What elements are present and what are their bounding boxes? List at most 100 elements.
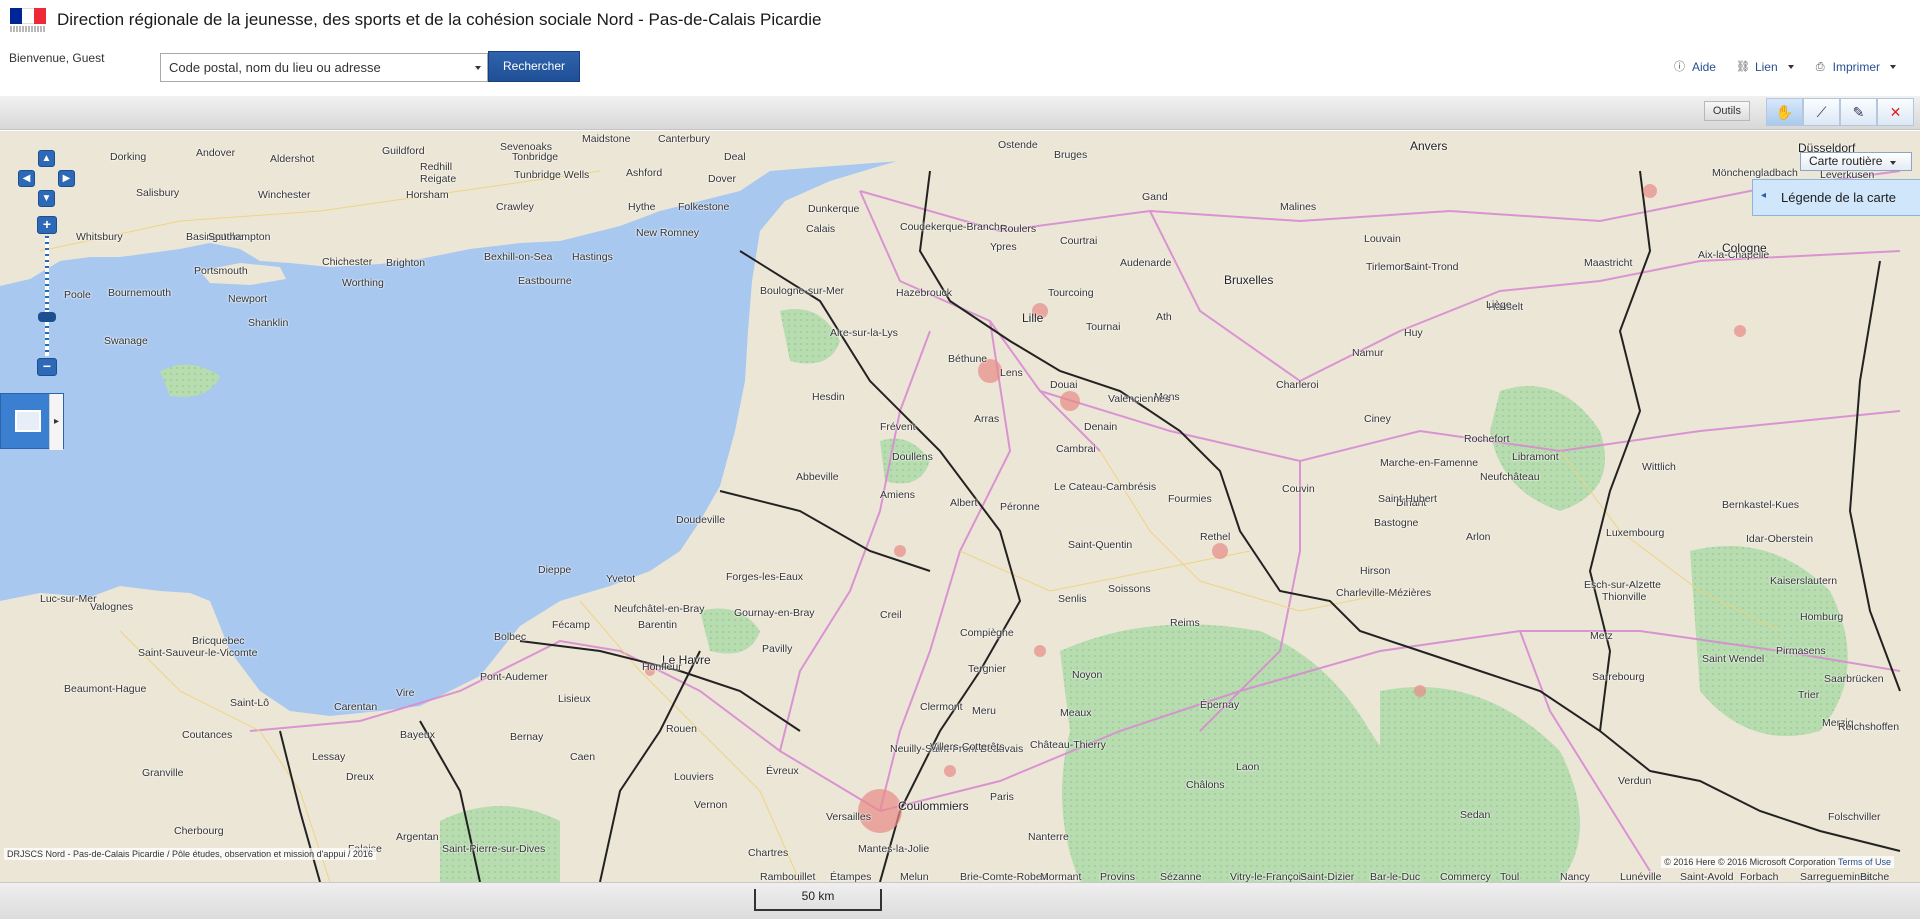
place-label: Douai: [1050, 379, 1078, 391]
edit-icon[interactable]: ✎: [1840, 98, 1877, 126]
zoom-out-icon[interactable]: −: [37, 358, 57, 376]
place-label: Bolbec: [494, 631, 527, 643]
chevron-down-icon[interactable]: [475, 66, 481, 70]
place-label: Sarrebourg: [1592, 671, 1645, 683]
place-label: Canterbury: [658, 133, 710, 145]
place-label: Frévent: [880, 421, 916, 433]
place-label: Worthing: [342, 277, 384, 289]
place-label: Saint-Sauveur-le-Vicomte: [138, 647, 258, 659]
place-label: Lille: [1022, 311, 1044, 325]
place-label: Étampes: [830, 871, 872, 882]
terms-of-use-link[interactable]: Terms of Use: [1838, 857, 1891, 867]
place-label: Tourcoing: [1048, 287, 1094, 299]
pan-down-icon[interactable]: ▼: [38, 190, 55, 207]
place-label: Coutances: [182, 729, 233, 741]
place-label: Coudekerque-Branche: [900, 221, 1006, 233]
place-label: Bexhill-on-Sea: [484, 251, 553, 263]
place-label: Saint Wendel: [1702, 653, 1765, 665]
place-label: Poole: [64, 289, 91, 301]
scale-bar: 50 km: [754, 889, 882, 911]
place-label: Saint-Pierre-sur-Dives: [442, 843, 546, 855]
republique-francaise-logo: [6, 6, 50, 34]
pan-hand-icon[interactable]: ✋: [1766, 98, 1803, 126]
place-label: Saint-Quentin: [1068, 539, 1133, 551]
place-label: Cherbourg: [174, 825, 224, 837]
place-label: Toul: [1500, 871, 1520, 882]
zoom-track[interactable]: [45, 236, 49, 356]
place-label: Newport: [228, 293, 268, 305]
pan-right-icon[interactable]: ▶: [58, 170, 75, 187]
place-label: Creil: [880, 609, 902, 621]
place-label: Sézanne: [1160, 871, 1202, 882]
place-label: Rouen: [666, 723, 697, 735]
zoom-in-icon[interactable]: +: [37, 216, 57, 234]
place-label: Meaux: [1060, 707, 1092, 719]
place-label: Ciney: [1364, 413, 1391, 425]
place-label: Forges-les-Eaux: [726, 571, 804, 583]
place-label: Thionville: [1602, 591, 1647, 603]
place-label: Whitsbury: [76, 231, 123, 243]
place-label: Noyon: [1072, 669, 1103, 681]
place-label: Ashford: [626, 167, 663, 179]
place-label: Gand: [1142, 191, 1168, 203]
logo-caption: [10, 26, 46, 32]
place-label: Dover: [708, 173, 737, 185]
search-input[interactable]: Code postal, nom du lieu ou adresse: [160, 53, 488, 82]
chevron-left-icon: ◂: [1761, 190, 1767, 201]
place-label: Dorking: [110, 151, 147, 163]
map-copyright: © 2016 Here © 2016 Microsoft Corporation…: [1661, 856, 1894, 868]
chevron-right-icon[interactable]: ▸: [49, 394, 63, 450]
measure-icon[interactable]: ⟋: [1803, 98, 1840, 126]
place-label: Bournemouth: [108, 287, 172, 299]
place-label: Granville: [142, 767, 184, 779]
place-label: Commercy: [1440, 871, 1491, 882]
page-title: Direction régionale de la jeunesse, des …: [57, 10, 822, 29]
header: Direction régionale de la jeunesse, des …: [0, 0, 1920, 42]
place-label: Brie-Comte-Robert: [960, 871, 1049, 882]
french-flag-icon: [10, 8, 46, 24]
place-label: Caen: [570, 751, 596, 763]
help-link[interactable]: ⓘ Aide: [1673, 60, 1716, 74]
place-label: Lisieux: [558, 693, 591, 705]
place-label: Denain: [1084, 421, 1118, 433]
place-label: Bayeux: [400, 729, 436, 741]
zoom-slider-handle[interactable]: [38, 312, 56, 322]
link-menu[interactable]: ⛓ Lien: [1736, 60, 1794, 74]
place-label: Pavilly: [762, 643, 793, 655]
place-label: Hythe: [628, 201, 656, 213]
pan-up-icon[interactable]: ▲: [38, 150, 55, 167]
place-label: Eastbourne: [518, 275, 572, 287]
help-icon: ⓘ: [1673, 60, 1685, 73]
place-label: Winchester: [258, 189, 311, 201]
overview-map-button[interactable]: ▸: [0, 393, 64, 450]
place-label: Coulommiers: [898, 799, 969, 813]
place-label: Dunkerque: [808, 203, 860, 215]
place-label: Aire-sur-la-Lys: [830, 327, 898, 339]
search-button[interactable]: Rechercher: [488, 51, 580, 82]
print-menu[interactable]: ⎙ Imprimer: [1814, 60, 1896, 74]
place-label: Bruges: [1054, 149, 1088, 161]
place-label: Soissons: [1108, 583, 1151, 595]
place-label: Dieppe: [538, 564, 572, 576]
place-label: Mormant: [1040, 871, 1082, 882]
place-label: Épernay: [1200, 699, 1240, 711]
magnifier-map-icon: [15, 410, 41, 432]
close-icon[interactable]: ✕: [1877, 98, 1914, 126]
place-label: Cambrai: [1056, 443, 1096, 455]
place-label: Beaumont-Hague: [64, 683, 147, 695]
place-label: Reigate: [420, 173, 457, 185]
place-label: New Romney: [636, 227, 700, 239]
place-label: Vernon: [694, 799, 728, 811]
place-label: Neufchâtel-en-Bray: [614, 603, 705, 615]
basemap-selector[interactable]: Carte routière: [1800, 152, 1912, 171]
place-label: Yvetot: [606, 573, 636, 585]
place-label: Sedan: [1460, 809, 1491, 821]
pan-left-icon[interactable]: ◀: [18, 170, 35, 187]
status-bar: [0, 882, 1920, 919]
copyright-text: © 2016 Here © 2016 Microsoft Corporation: [1664, 857, 1836, 867]
place-label: Nanterre: [1028, 831, 1069, 843]
legend-button[interactable]: ◂ Légende de la carte: [1752, 179, 1920, 216]
place-label: Paris: [990, 791, 1014, 803]
place-label: Chartres: [748, 847, 789, 859]
map-canvas[interactable]: Guildford Maidstone Canterbury Deal Dork…: [0, 131, 1920, 882]
